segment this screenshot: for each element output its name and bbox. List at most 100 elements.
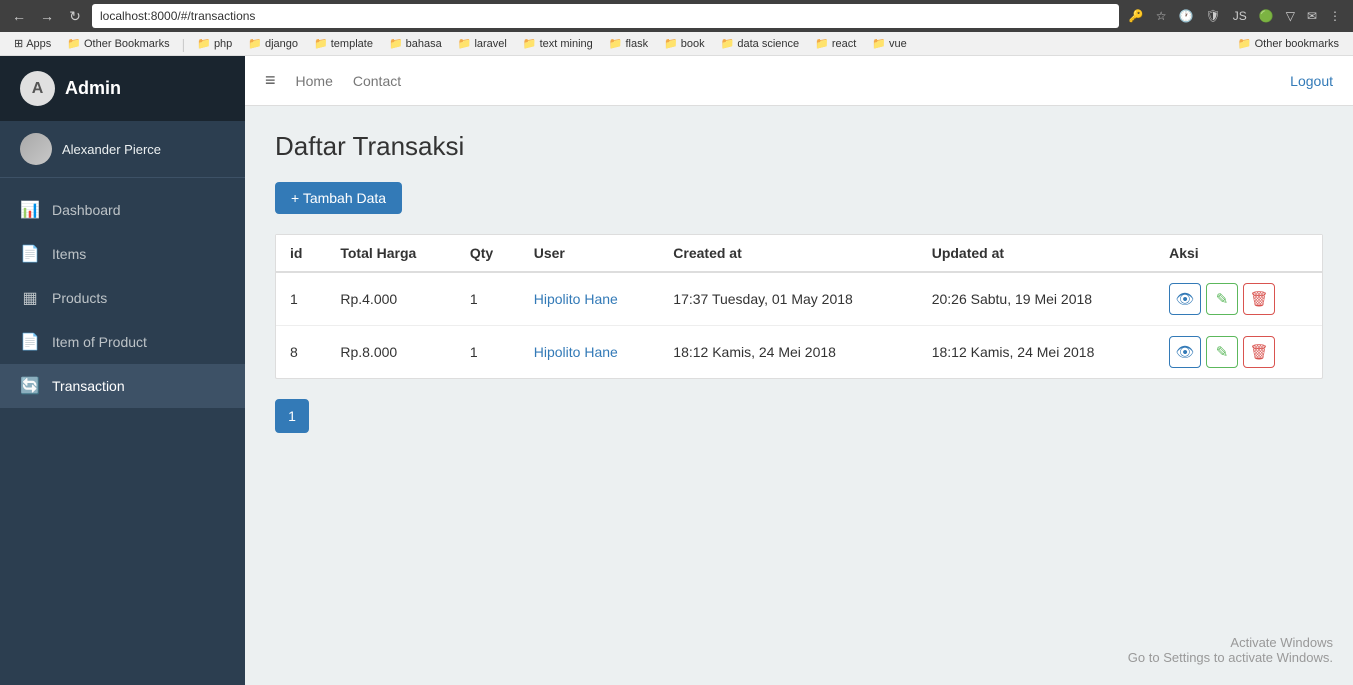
action-buttons-2: 👁 ✎ 🗑 (1169, 336, 1308, 368)
cell-updated-2: 18:12 Kamis, 24 Mei 2018 (918, 326, 1155, 379)
user-link-1[interactable]: Hipolito Hane (534, 291, 618, 307)
data-table-container: id Total Harga Qty User Created at Updat… (275, 234, 1323, 379)
msg-icon[interactable]: ✉ (1303, 7, 1321, 25)
sidebar-item-items-label: Items (52, 246, 86, 262)
avatar (20, 133, 52, 165)
hamburger-button[interactable]: ≡ (265, 70, 276, 91)
sidebar-brand: A Admin (0, 56, 245, 121)
sidebar-item-items[interactable]: 📄 Items (0, 232, 245, 276)
cell-created-1: 17:37 Tuesday, 01 May 2018 (659, 272, 917, 326)
user-link-2[interactable]: Hipolito Hane (534, 344, 618, 360)
bookmark-vue[interactable]: 📁 vue (866, 35, 912, 52)
table-row: 1 Rp.4.000 1 Hipolito Hane 17:37 Tuesday… (276, 272, 1322, 326)
folder-icon-django: 📁 (248, 37, 262, 50)
edit-button-1[interactable]: ✎ (1206, 283, 1238, 315)
sidebar-item-transaction-label: Transaction (52, 378, 125, 394)
browser-toolbar: ← → ↻ 🔑 ☆ 🕐 🛡 JS 🟢 ▽ ✉ ⋮ (0, 0, 1353, 32)
star-icon[interactable]: ☆ (1152, 7, 1171, 25)
edit-button-2[interactable]: ✎ (1206, 336, 1238, 368)
ext2-icon[interactable]: ▽ (1282, 7, 1299, 25)
col-qty: Qty (456, 235, 520, 272)
page-title: Daftar Transaksi (275, 131, 1323, 162)
bookmark-book[interactable]: 📁 book (658, 35, 711, 52)
transactions-table: id Total Harga Qty User Created at Updat… (276, 235, 1322, 378)
view-button-2[interactable]: 👁 (1169, 336, 1201, 368)
sidebar-item-dashboard[interactable]: 📊 Dashboard (0, 188, 245, 232)
nav-link-contact[interactable]: Contact (353, 73, 401, 89)
add-data-button[interactable]: + Tambah Data (275, 182, 402, 214)
bookmark-template-label: template (331, 38, 373, 50)
page-1-button[interactable]: 1 (275, 399, 309, 433)
bookmark-apps[interactable]: ⊞ Apps (8, 35, 57, 52)
folder-icon-datascience: 📁 (721, 37, 735, 50)
folder-icon-other2: 📁 (1238, 37, 1252, 50)
bookmark-bahasa[interactable]: 📁 bahasa (383, 35, 448, 52)
sidebar-item-products[interactable]: ▦ Products (0, 276, 245, 320)
bookmark-django[interactable]: 📁 django (242, 35, 304, 52)
cell-aksi-1: 👁 ✎ 🗑 (1155, 272, 1322, 326)
menu-icon[interactable]: ⋮ (1325, 7, 1345, 25)
nav-link-home[interactable]: Home (296, 73, 333, 89)
view-button-1[interactable]: 👁 (1169, 283, 1201, 315)
bookmark-php[interactable]: 📁 php (191, 35, 238, 52)
folder-icon-bahasa: 📁 (389, 37, 403, 50)
ext-icon[interactable]: 🟢 (1255, 7, 1278, 25)
dashboard-icon: 📊 (20, 200, 40, 220)
table-body: 1 Rp.4.000 1 Hipolito Hane 17:37 Tuesday… (276, 272, 1322, 378)
history-icon[interactable]: 🕐 (1175, 7, 1198, 25)
cell-user-2: Hipolito Hane (520, 326, 660, 379)
item-of-product-icon: 📄 (20, 332, 40, 352)
bookmark-textmining-label: text mining (540, 38, 593, 50)
cell-created-2: 18:12 Kamis, 24 Mei 2018 (659, 326, 917, 379)
table-head: id Total Harga Qty User Created at Updat… (276, 235, 1322, 272)
sidebar-item-item-of-product[interactable]: 📄 Item of Product (0, 320, 245, 364)
address-bar[interactable] (92, 4, 1119, 28)
reload-button[interactable]: ↻ (64, 5, 86, 27)
bookmark-django-label: django (265, 38, 298, 50)
bookmark-datascience-label: data science (737, 38, 799, 50)
sidebar-nav: 📊 Dashboard 📄 Items ▦ Products 📄 Item of… (0, 178, 245, 685)
cell-total-harga-2: Rp.8.000 (326, 326, 455, 379)
js-icon[interactable]: JS (1229, 7, 1251, 25)
bookmark-laravel[interactable]: 📁 laravel (452, 35, 513, 52)
brand-title: Admin (65, 78, 121, 99)
bookmark-other2[interactable]: 📁 Other bookmarks (1232, 35, 1345, 52)
bookmark-other1[interactable]: 📁 Other Bookmarks (61, 35, 175, 52)
apps-icon: ⊞ (14, 37, 23, 50)
sidebar-user: Alexander Pierce (0, 121, 245, 178)
app-body: A Admin Alexander Pierce 📊 Dashboard 📄 I… (0, 56, 1353, 685)
cell-user-1: Hipolito Hane (520, 272, 660, 326)
folder-icon-react: 📁 (815, 37, 829, 50)
bookmark-vue-label: vue (889, 38, 907, 50)
logout-button[interactable]: Logout (1290, 73, 1333, 89)
bookmark-template[interactable]: 📁 template (308, 35, 379, 52)
bookmark-laravel-label: laravel (474, 38, 506, 50)
table-row: 8 Rp.8.000 1 Hipolito Hane 18:12 Kamis, … (276, 326, 1322, 379)
avatar-image (20, 133, 52, 165)
delete-button-2[interactable]: 🗑 (1243, 336, 1275, 368)
table-header-row: id Total Harga Qty User Created at Updat… (276, 235, 1322, 272)
bookmark-datascience[interactable]: 📁 data science (715, 35, 805, 52)
brand-avatar: A (20, 71, 55, 106)
folder-icon-flask: 📁 (609, 37, 623, 50)
adblock-icon[interactable]: 🛡 (1202, 7, 1225, 25)
forward-button[interactable]: → (36, 5, 58, 27)
user-name: Alexander Pierce (62, 142, 161, 157)
back-button[interactable]: ← (8, 5, 30, 27)
folder-icon-textmining: 📁 (523, 37, 537, 50)
sidebar-item-products-label: Products (52, 290, 107, 306)
pagination: 1 (275, 399, 1323, 433)
sidebar: A Admin Alexander Pierce 📊 Dashboard 📄 I… (0, 56, 245, 685)
bookmark-react[interactable]: 📁 react (809, 35, 862, 52)
browser-icons: 🔑 ☆ 🕐 🛡 JS 🟢 ▽ ✉ ⋮ (1125, 7, 1345, 25)
products-icon: ▦ (20, 288, 40, 308)
main-content: ≡ Home Contact Logout Daftar Transaksi +… (245, 56, 1353, 685)
sidebar-item-transaction[interactable]: 🔄 Transaction (0, 364, 245, 408)
action-buttons-1: 👁 ✎ 🗑 (1169, 283, 1308, 315)
bookmark-flask[interactable]: 📁 flask (603, 35, 654, 52)
bookmark-textmining[interactable]: 📁 text mining (517, 35, 599, 52)
top-nav: ≡ Home Contact Logout (245, 56, 1353, 106)
delete-button-1[interactable]: 🗑 (1243, 283, 1275, 315)
bookmark-bahasa-label: bahasa (406, 38, 442, 50)
col-user: User (520, 235, 660, 272)
